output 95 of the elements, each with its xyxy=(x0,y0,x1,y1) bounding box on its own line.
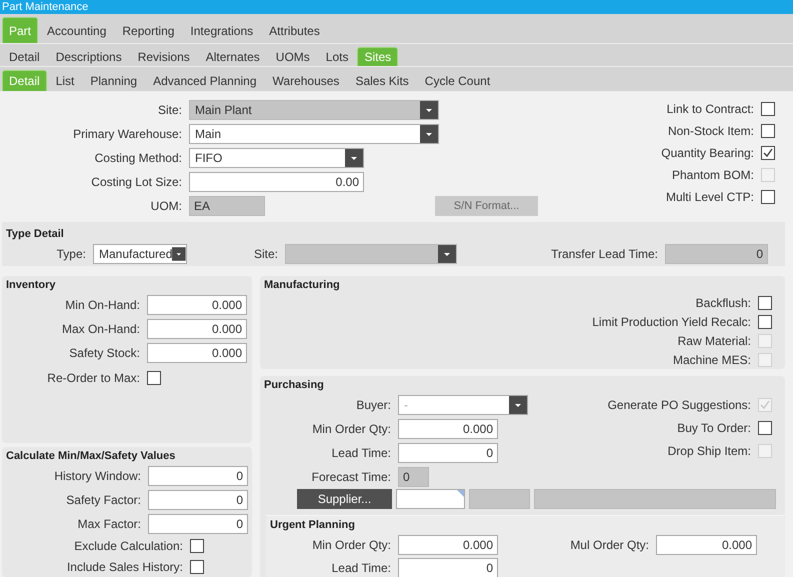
tab[interactable]: UOMs xyxy=(268,47,317,66)
section-title: Inventory xyxy=(5,278,56,293)
input-field[interactable]: 0.000 xyxy=(147,294,247,314)
caret-icon xyxy=(420,124,438,142)
field-label: Costing Lot Size: xyxy=(90,174,182,188)
section-title: Urgent Planning xyxy=(269,518,355,533)
corner-marker-icon xyxy=(457,490,464,497)
checkbox[interactable] xyxy=(758,420,772,434)
tab[interactable]: Lots xyxy=(318,47,356,66)
checkbox-label: Generate PO Suggestions: xyxy=(608,398,751,412)
field-label: Mul Order Qty: xyxy=(569,538,649,552)
input-field[interactable] xyxy=(396,489,465,509)
checkbox-label: Multi Level CTP: xyxy=(666,190,754,204)
checkbox-label: Quantity Bearing: xyxy=(661,146,754,160)
section-title: Manufacturing xyxy=(263,278,340,293)
field-label: Lead Time: xyxy=(330,560,391,574)
input-field[interactable]: 0 xyxy=(148,514,248,534)
caret-icon xyxy=(438,244,456,262)
field-label: Type: xyxy=(56,246,86,260)
tab[interactable]: Detail xyxy=(2,47,47,66)
checkbox[interactable] xyxy=(190,538,204,552)
checkbox[interactable] xyxy=(147,371,161,385)
window-title: Part Maintenance xyxy=(0,0,793,14)
checkbox-label: Limit Production Yield Recalc: xyxy=(592,314,751,328)
checkbox[interactable] xyxy=(758,296,772,310)
tab[interactable]: Reporting xyxy=(115,17,182,43)
field-label: Lead Time: xyxy=(330,446,391,460)
input-field[interactable]: 0.000 xyxy=(398,534,498,554)
field-label: Buyer: xyxy=(355,398,391,412)
field-label: UOM: xyxy=(150,198,182,212)
field-label: Costing Method: xyxy=(94,150,182,164)
checkbox[interactable] xyxy=(761,146,775,160)
checkbox-label: Backflush: xyxy=(696,296,751,310)
tab[interactable]: Cycle Count xyxy=(418,70,498,91)
field-label: Min On-Hand: xyxy=(64,298,140,312)
section-title: Calculate Min/Max/Safety Values xyxy=(5,449,176,464)
tab[interactable]: Attributes xyxy=(262,17,327,43)
checkbox[interactable] xyxy=(761,124,775,138)
field-label: Min Order Qty: xyxy=(311,422,391,436)
field-label: Safety Factor: xyxy=(65,492,141,506)
field-label: Max On-Hand: xyxy=(60,322,140,336)
input-field[interactable]: 0 xyxy=(148,466,248,486)
section-title: Purchasing xyxy=(263,378,324,393)
caret-icon xyxy=(509,396,527,414)
checkbox-label: Link to Contract: xyxy=(666,102,754,116)
input-field[interactable]: 0.000 xyxy=(398,418,498,438)
field-label: Site: xyxy=(156,102,182,116)
checkbox[interactable] xyxy=(761,102,775,116)
section-title: Type Detail xyxy=(5,227,64,242)
checkbox[interactable] xyxy=(758,314,772,328)
field-label: Transfer Lead Time: xyxy=(550,246,658,260)
tab[interactable]: Integrations xyxy=(183,17,260,43)
checkbox-label: Non-Stock Item: xyxy=(668,124,754,138)
tab[interactable]: Alternates xyxy=(198,47,267,66)
tab[interactable]: Warehouses xyxy=(266,70,346,91)
input-field: 0 xyxy=(398,466,429,486)
field-label: Min Order Qty: xyxy=(311,538,391,552)
field-label: Safety Stock: xyxy=(68,346,140,360)
checkbox-label: Exclude Calculation: xyxy=(73,538,183,552)
tab[interactable]: Revisions xyxy=(130,47,197,66)
checkbox[interactable] xyxy=(190,560,204,574)
dropdown[interactable]: Manufactured xyxy=(93,244,187,264)
caret-icon xyxy=(172,244,186,262)
input-field[interactable]: 0 xyxy=(398,442,498,462)
caret-icon xyxy=(420,100,438,118)
tab[interactable]: List xyxy=(48,70,82,91)
input-field[interactable]: 0.000 xyxy=(656,534,757,554)
input-field[interactable]: 0 xyxy=(398,558,498,577)
field-label: Forecast Time: xyxy=(310,470,391,484)
field-label: History Window: xyxy=(53,468,141,482)
checkbox-label: Phantom BOM: xyxy=(672,168,754,182)
checkbox-label: Buy To Order: xyxy=(677,420,751,434)
button[interactable]: Supplier... xyxy=(297,489,392,509)
input-field[interactable]: 0 xyxy=(148,490,248,510)
input-field[interactable]: 0.000 xyxy=(147,318,247,338)
field-label: Primary Warehouse: xyxy=(72,126,182,140)
tab[interactable]: Advanced Planning xyxy=(146,70,264,91)
checkbox[interactable] xyxy=(761,190,775,204)
dropdown[interactable]: FIFO xyxy=(189,148,364,168)
tab[interactable]: Descriptions xyxy=(48,47,129,66)
input-field[interactable]: 0.00 xyxy=(189,172,364,192)
checkbox-label: Re-Order to Max: xyxy=(46,371,140,385)
tab[interactable]: Accounting xyxy=(40,17,114,43)
tab[interactable]: Planning xyxy=(83,70,144,91)
input-field[interactable]: 0.000 xyxy=(147,342,247,362)
checkbox-label: Machine MES: xyxy=(672,352,751,366)
caret-icon xyxy=(345,148,363,166)
checkbox-label: Include Sales History: xyxy=(66,560,183,574)
checkbox-label: Raw Material: xyxy=(678,334,751,348)
checkbox-label: Drop Ship Item: xyxy=(668,444,751,458)
field-label: Max Factor: xyxy=(76,516,141,530)
field-label: Site: xyxy=(252,246,278,260)
tab[interactable]: Sales Kits xyxy=(348,70,416,91)
input-field: EA xyxy=(189,196,265,216)
dropdown[interactable]: Main xyxy=(189,124,439,144)
